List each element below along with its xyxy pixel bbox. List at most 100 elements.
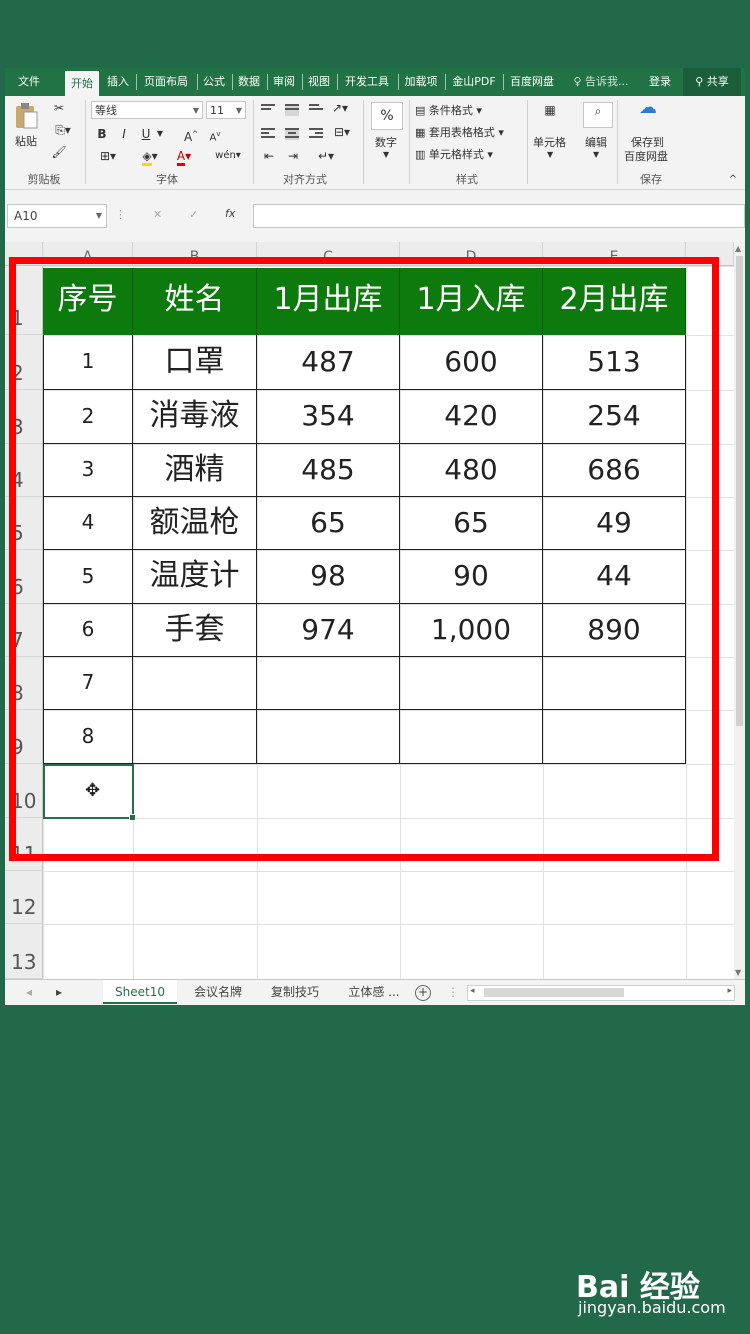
- tab-page-layout[interactable]: 页面布局: [138, 68, 194, 96]
- tab-baidu-netdisk[interactable]: 百度网盘: [505, 68, 559, 96]
- font-color-icon[interactable]: A▾: [171, 148, 197, 166]
- sheet-tab-meeting-card[interactable]: 会议名牌: [181, 980, 255, 1004]
- chevron-down-icon: ▼: [383, 150, 390, 159]
- decrease-font-icon[interactable]: Av: [207, 126, 223, 146]
- orientation-icon[interactable]: ↗▾: [331, 100, 349, 116]
- tab-file[interactable]: 文件: [9, 68, 49, 96]
- cells-icon[interactable]: ▦: [535, 102, 565, 126]
- align-middle-icon[interactable]: [285, 104, 299, 116]
- font-size-select[interactable]: 11 ▼: [206, 101, 246, 119]
- cut-icon[interactable]: ✂: [51, 100, 67, 116]
- clipboard-icon: [16, 103, 38, 129]
- underline-button[interactable]: U: [139, 126, 153, 142]
- vertical-scrollbar[interactable]: ▲ ▼: [734, 242, 745, 979]
- align-right-icon[interactable]: [309, 128, 323, 140]
- chevron-down-icon: ▼: [235, 106, 242, 115]
- tab-review[interactable]: 审阅: [269, 68, 299, 96]
- tab-separator: [136, 74, 137, 90]
- baidu-netdisk-icon[interactable]: ☁: [633, 99, 663, 117]
- scroll-down-icon[interactable]: ▼: [735, 968, 741, 977]
- bold-button[interactable]: B: [95, 126, 109, 142]
- format-painter-icon[interactable]: 🖌: [51, 144, 67, 160]
- number-format-button[interactable]: %: [371, 102, 403, 130]
- collapse-ribbon-icon[interactable]: ^: [727, 172, 739, 188]
- font-name-select[interactable]: 等线 ▼: [91, 101, 203, 119]
- conditional-format-button[interactable]: ▤ 条件格式 ▾: [415, 102, 482, 118]
- formula-input[interactable]: [253, 204, 745, 228]
- scroll-left-icon[interactable]: ◂: [470, 986, 475, 996]
- login-button[interactable]: 登录: [645, 68, 675, 96]
- group-separator: [527, 100, 528, 184]
- edit-button[interactable]: 编辑: [585, 134, 607, 150]
- next-sheet-icon[interactable]: ▸: [51, 980, 67, 1004]
- group-separator: [617, 100, 618, 184]
- sheet-tab-sheet10[interactable]: Sheet10: [103, 980, 177, 1004]
- share-button[interactable]: ⚲ 共享: [683, 68, 741, 96]
- search-icon[interactable]: ⌕: [583, 102, 613, 128]
- tab-developer[interactable]: 开发工具: [339, 68, 395, 96]
- tab-splitter-icon[interactable]: ⋮: [447, 980, 459, 1004]
- chevron-down-icon[interactable]: ▼: [155, 126, 165, 142]
- cells-button[interactable]: 单元格: [533, 134, 566, 150]
- scrollbar-thumb[interactable]: [736, 256, 743, 726]
- row-header-12[interactable]: 12: [5, 871, 43, 924]
- formula-bar: A10 ▼ ⋮ ✕ ✓ fx: [5, 190, 745, 242]
- highlight-frame: [9, 257, 719, 861]
- tab-separator: [302, 74, 303, 90]
- gridline: [43, 924, 734, 925]
- add-sheet-button[interactable]: +: [413, 980, 433, 1004]
- row-number: 12: [11, 895, 37, 919]
- chevron-down-icon: ▼: [192, 106, 199, 115]
- scroll-right-icon[interactable]: ▸: [727, 986, 732, 996]
- h-scrollbar-thumb[interactable]: [484, 988, 624, 997]
- save-to-baidu-line2[interactable]: 百度网盘: [624, 148, 668, 164]
- align-center-icon[interactable]: [285, 128, 299, 140]
- border-icon[interactable]: ⊞▾: [95, 148, 121, 164]
- group-label-save: 保存: [640, 173, 662, 186]
- paste-button[interactable]: 粘贴: [11, 102, 41, 148]
- group-separator: [363, 100, 364, 184]
- cancel-icon[interactable]: ✕: [153, 208, 162, 221]
- conditional-format-label: 条件格式: [428, 104, 473, 117]
- tab-kingsoft-pdf[interactable]: 金山PDF: [447, 68, 501, 96]
- sheet-tab-copy-tips[interactable]: 复制技巧: [257, 980, 333, 1004]
- merge-center-icon[interactable]: ⊟▾: [331, 124, 353, 140]
- align-bottom-icon[interactable]: [309, 104, 323, 116]
- tab-formulas[interactable]: 公式: [199, 68, 229, 96]
- tab-home[interactable]: 开始: [65, 71, 99, 96]
- sheet-tab-3d[interactable]: 立体感 ...: [335, 980, 413, 1004]
- table-format-icon: ▦: [415, 126, 426, 139]
- group-label-clipboard: 剪贴板: [27, 173, 61, 186]
- tell-me-text: 告诉我...: [585, 75, 629, 88]
- cell-style-button[interactable]: ▥ 单元格样式 ▾: [415, 146, 493, 162]
- wrap-text-icon[interactable]: ↵▾: [313, 148, 339, 164]
- phonetic-icon[interactable]: wén▾: [213, 148, 243, 164]
- italic-button[interactable]: I: [117, 126, 131, 142]
- prev-sheet-icon[interactable]: ◂: [21, 980, 37, 1004]
- tab-separator: [232, 74, 233, 90]
- chevron-down-icon: ▼: [547, 150, 554, 159]
- increase-font-icon[interactable]: A^: [183, 126, 199, 145]
- align-left-icon[interactable]: [261, 128, 275, 140]
- lightbulb-icon: ♀: [573, 75, 582, 88]
- row-header-13[interactable]: 13: [5, 924, 43, 979]
- increase-indent-icon[interactable]: ⇥: [285, 148, 301, 164]
- horizontal-scrollbar[interactable]: ◂ ▸: [467, 985, 735, 1001]
- name-box[interactable]: A10 ▼: [7, 204, 107, 228]
- decrease-indent-icon[interactable]: ⇤: [261, 148, 277, 164]
- table-format-label: 套用表格格式: [428, 126, 495, 139]
- tell-me-search[interactable]: ♀ 告诉我...: [565, 68, 637, 96]
- table-format-button[interactable]: ▦ 套用表格格式 ▾: [415, 124, 504, 140]
- copy-icon[interactable]: ⎘▾: [51, 122, 75, 138]
- fill-color-icon[interactable]: ◈▾: [137, 148, 163, 166]
- align-top-icon[interactable]: [261, 104, 275, 116]
- tab-view[interactable]: 视图: [304, 68, 334, 96]
- tab-insert[interactable]: 插入: [103, 68, 133, 96]
- confirm-icon[interactable]: ✓: [189, 208, 198, 221]
- sheet-tab-bar: ◂ ▸ Sheet10 会议名牌 复制技巧 立体感 ... + ⋮ ◂ ▸: [5, 979, 745, 1005]
- insert-function-icon[interactable]: fx: [225, 207, 235, 220]
- scroll-up-icon[interactable]: ▲: [735, 244, 741, 253]
- tab-addins[interactable]: 加载项: [400, 68, 442, 96]
- tab-separator: [197, 74, 198, 90]
- tab-data[interactable]: 数据: [234, 68, 264, 96]
